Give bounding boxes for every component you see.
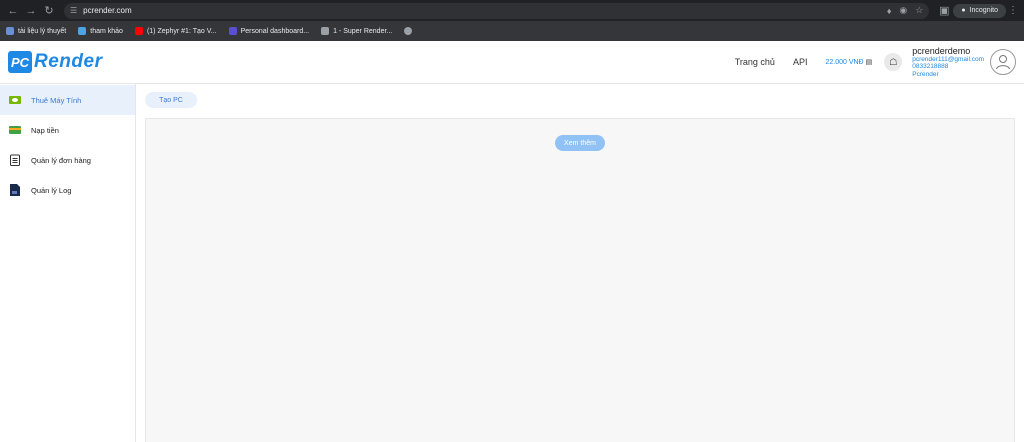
sidebar-item-orders[interactable]: Quản lý đơn hàng	[0, 145, 135, 175]
logo[interactable]: PC Render	[8, 51, 102, 73]
bookmark-favicon-icon	[78, 27, 87, 35]
incognito-badge[interactable]: ● Incognito	[953, 3, 1006, 18]
create-pc-button[interactable]: Tạo PC	[145, 92, 197, 108]
bookmark-favicon-icon	[321, 27, 330, 35]
nav-link-home[interactable]: Trang chủ	[735, 57, 775, 67]
user-org: Pcrender	[912, 70, 939, 78]
user-name: pcrenderdemo	[912, 45, 971, 56]
address-bar[interactable]: ☰ pcrender.com ♦ ◉ ☆	[64, 2, 930, 19]
eye-off-icon[interactable]: ◉	[899, 5, 907, 16]
logo-text: Render	[34, 51, 103, 72]
sidepanel-icon[interactable]: ▣	[935, 2, 953, 20]
sidebar-item-rent-pc[interactable]: Thuê Máy Tính	[0, 85, 135, 115]
incognito-label: Incognito	[969, 7, 998, 14]
user-icon	[996, 55, 1010, 70]
sidebar: Thuê Máy Tính Nạp tiền Quản lý đơn hàng …	[0, 84, 136, 442]
url-text: pcrender.com	[83, 6, 132, 15]
wallet-icon	[9, 124, 21, 136]
bell-icon[interactable]: ☖	[884, 53, 903, 71]
user-info[interactable]: pcrenderdemo pcrender111@gmail.com 08332…	[912, 46, 984, 79]
youtube-icon	[134, 27, 143, 35]
coins-icon: ▤	[865, 59, 873, 66]
main-area: Thuê Máy Tính Nạp tiền Quản lý đơn hàng …	[0, 84, 1024, 442]
bookmark-item[interactable]: 1 - Super Render...	[321, 27, 392, 35]
bookmark-favicon-icon	[6, 27, 14, 35]
bookmark-label: Personal dashboard...	[240, 27, 310, 35]
bookmark-item[interactable]	[404, 27, 413, 35]
avatar[interactable]	[990, 49, 1016, 75]
back-icon[interactable]: ←	[4, 2, 22, 20]
sidebar-item-logs[interactable]: Quản lý Log	[0, 175, 135, 205]
bookmark-item[interactable]: Personal dashboard...	[228, 27, 310, 35]
bookmark-item[interactable]: tham khảo	[78, 27, 123, 35]
user-phone: 0833218888	[912, 63, 949, 71]
balance-amount: 22.000 VNĐ	[825, 58, 864, 66]
file-icon	[9, 184, 21, 196]
logo-mark: PC	[8, 51, 32, 73]
site-info-icon[interactable]: ☰	[70, 6, 77, 15]
bookmark-item[interactable]: tài liệu lý thuyết	[6, 27, 66, 35]
sidebar-item-label: Thuê Máy Tính	[31, 95, 82, 105]
nav-link-api[interactable]: API	[793, 57, 808, 67]
browser-toolbar: ← → ↻ ☰ pcrender.com ♦ ◉ ☆ ▣ ● Incognito…	[0, 0, 1024, 21]
star-icon[interactable]: ☆	[915, 5, 923, 16]
sidebar-item-label: Quản lý đơn hàng	[31, 155, 91, 165]
app-header: PC Render Trang chủ API 22.000 VNĐ ▤ ☖ p…	[0, 41, 1024, 84]
balance-display[interactable]: 22.000 VNĐ ▤	[825, 58, 873, 67]
bookmark-label: 1 - Super Render...	[333, 27, 393, 35]
globe-icon	[404, 27, 413, 35]
sidebar-item-label: Nạp tiền	[31, 125, 59, 135]
sidebar-item-topup[interactable]: Nạp tiền	[0, 115, 135, 145]
bookmarks-bar: tài liệu lý thuyết tham khảo (1) Zephyr …	[0, 21, 1024, 41]
bookmark-label: tham khảo	[90, 27, 123, 35]
nvidia-icon	[9, 94, 21, 106]
load-more-button[interactable]: Xem thêm	[555, 135, 605, 151]
content-area: Tạo PC Xem thêm	[136, 84, 1024, 442]
user-email: pcrender111@gmail.com	[912, 55, 984, 63]
bookmark-favicon-icon	[228, 27, 237, 35]
translate-icon[interactable]: ♦	[887, 6, 892, 16]
bookmark-label: (1) Zephyr #1: Tạo V...	[146, 27, 217, 35]
forward-icon[interactable]: →	[22, 2, 40, 20]
browser-menu-icon[interactable]: ⋮	[1006, 5, 1020, 16]
sidebar-item-label: Quản lý Log	[31, 185, 72, 195]
reload-icon[interactable]: ↻	[40, 2, 58, 20]
clipboard-icon	[9, 154, 21, 166]
pc-list-panel: Xem thêm	[145, 118, 1015, 442]
bookmark-item[interactable]: (1) Zephyr #1: Tạo V...	[134, 27, 217, 35]
incognito-icon: ●	[961, 7, 966, 14]
bookmark-label: tài liệu lý thuyết	[18, 27, 67, 35]
